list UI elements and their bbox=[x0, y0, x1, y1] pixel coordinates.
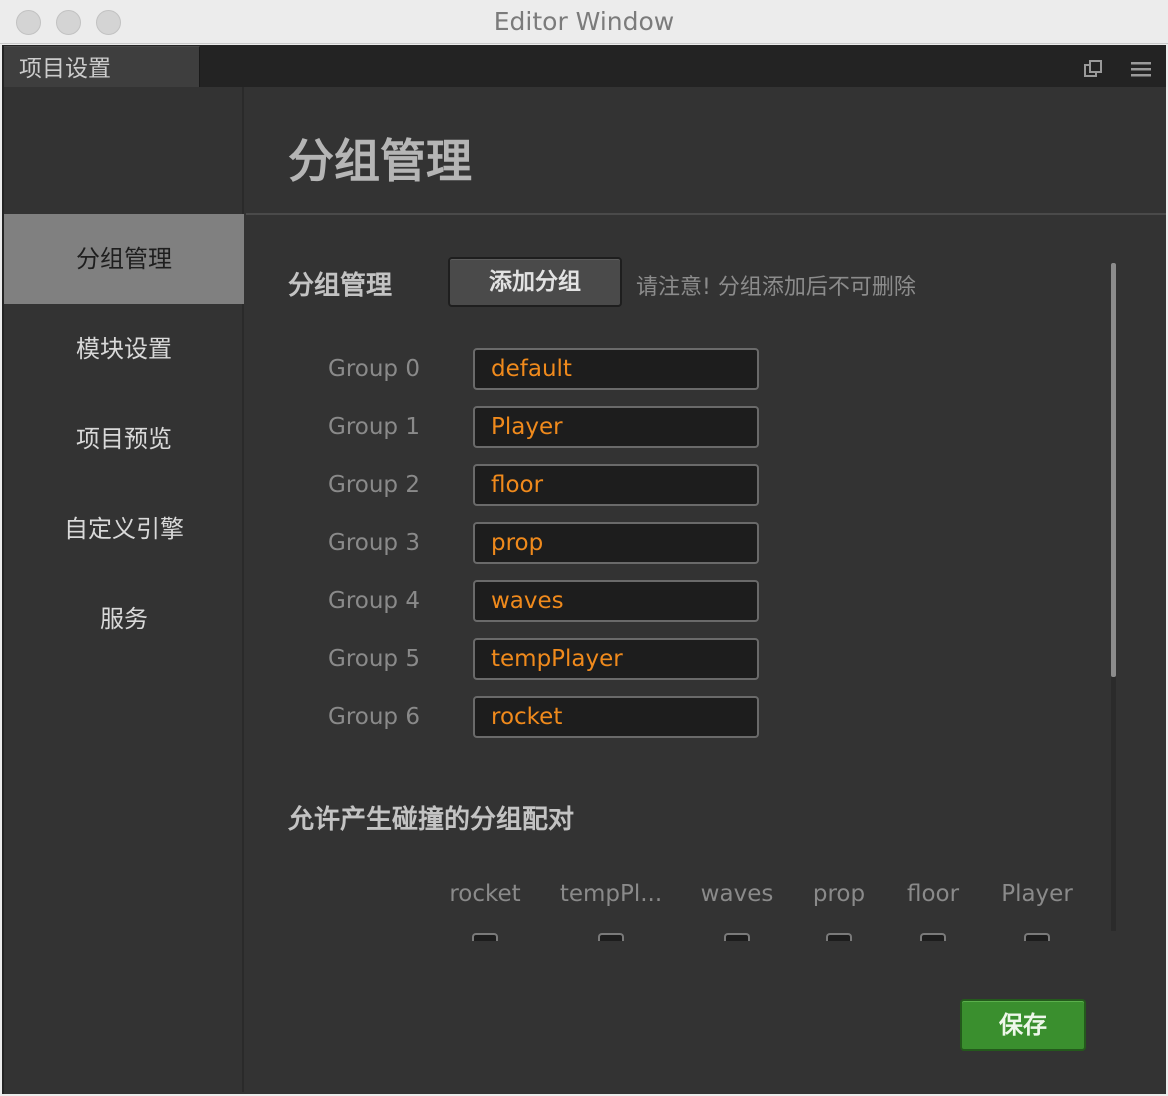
collision-checkbox[interactable] bbox=[472, 933, 498, 941]
group-label: Group 3 bbox=[328, 530, 420, 556]
group-label: Group 1 bbox=[328, 414, 420, 440]
main-panel: 分组管理 分组管理 添加分组 请注意! 分组添加后不可删除 Group 0 de… bbox=[246, 87, 1166, 1092]
collision-checkbox[interactable] bbox=[920, 933, 946, 941]
editor-window: Editor Window 项目设置 分组管理 模块设置 项目预览 自定义引擎 … bbox=[0, 0, 1168, 1096]
sidebar-item-custom-engine[interactable]: 自定义引擎 bbox=[4, 484, 244, 574]
collision-column-header: Player bbox=[1001, 881, 1073, 907]
group-label: Group 2 bbox=[328, 472, 420, 498]
group-label: Group 4 bbox=[328, 588, 420, 614]
settings-content: 分组管理 模块设置 项目预览 自定义引擎 服务 分组管理 分组管理 添加分组 请… bbox=[4, 87, 1166, 1094]
scrollbar-thumb[interactable] bbox=[1111, 263, 1116, 677]
sidebar-item-module-settings[interactable]: 模块设置 bbox=[4, 304, 244, 394]
group-name-input[interactable]: tempPlayer bbox=[473, 638, 759, 680]
group-name-input[interactable]: waves bbox=[473, 580, 759, 622]
add-group-button[interactable]: 添加分组 bbox=[448, 257, 622, 307]
groups-section-title: 分组管理 bbox=[288, 271, 393, 301]
group-label: Group 5 bbox=[328, 646, 420, 672]
collision-section-title: 允许产生碰撞的分组配对 bbox=[288, 805, 575, 835]
page-title: 分组管理 bbox=[288, 134, 472, 188]
sidebar-item-services[interactable]: 服务 bbox=[4, 574, 244, 664]
group-name-input[interactable]: rocket bbox=[473, 696, 759, 738]
scroll-clip-area bbox=[246, 941, 1111, 981]
title-bar: Editor Window bbox=[0, 0, 1168, 44]
window-title: Editor Window bbox=[493, 7, 675, 36]
sidebar-item-group-management[interactable]: 分组管理 bbox=[4, 214, 244, 304]
add-group-notice: 请注意! 分组添加后不可删除 bbox=[636, 275, 916, 300]
group-label: Group 0 bbox=[328, 356, 420, 382]
save-button[interactable]: 保存 bbox=[960, 999, 1086, 1051]
settings-sidebar: 分组管理 模块设置 项目预览 自定义引擎 服务 bbox=[4, 87, 244, 1092]
hamburger-menu-icon[interactable] bbox=[1130, 59, 1152, 81]
group-name-input[interactable]: default bbox=[473, 348, 759, 390]
tab-project-settings[interactable]: 项目设置 bbox=[4, 46, 200, 88]
editor-panel: 项目设置 分组管理 模块设置 项目预览 自定义引擎 服务 分组管理 分组管理 添… bbox=[2, 45, 1166, 1094]
collision-column-header: rocket bbox=[449, 881, 521, 907]
collision-column-header: tempPl... bbox=[559, 881, 663, 907]
group-label: Group 6 bbox=[328, 704, 420, 730]
collision-checkbox[interactable] bbox=[724, 933, 750, 941]
collision-checkbox[interactable] bbox=[598, 933, 624, 941]
group-name-input[interactable]: prop bbox=[473, 522, 759, 564]
group-name-input[interactable]: floor bbox=[473, 464, 759, 506]
collision-checkbox[interactable] bbox=[826, 933, 852, 941]
popout-icon[interactable] bbox=[1082, 59, 1104, 81]
collision-checkbox[interactable] bbox=[1024, 933, 1050, 941]
sidebar-item-project-preview[interactable]: 项目预览 bbox=[4, 394, 244, 484]
title-divider bbox=[246, 213, 1166, 215]
collision-column-header: floor bbox=[906, 881, 960, 907]
tab-bar: 项目设置 bbox=[2, 45, 1166, 88]
group-name-input[interactable]: Player bbox=[473, 406, 759, 448]
